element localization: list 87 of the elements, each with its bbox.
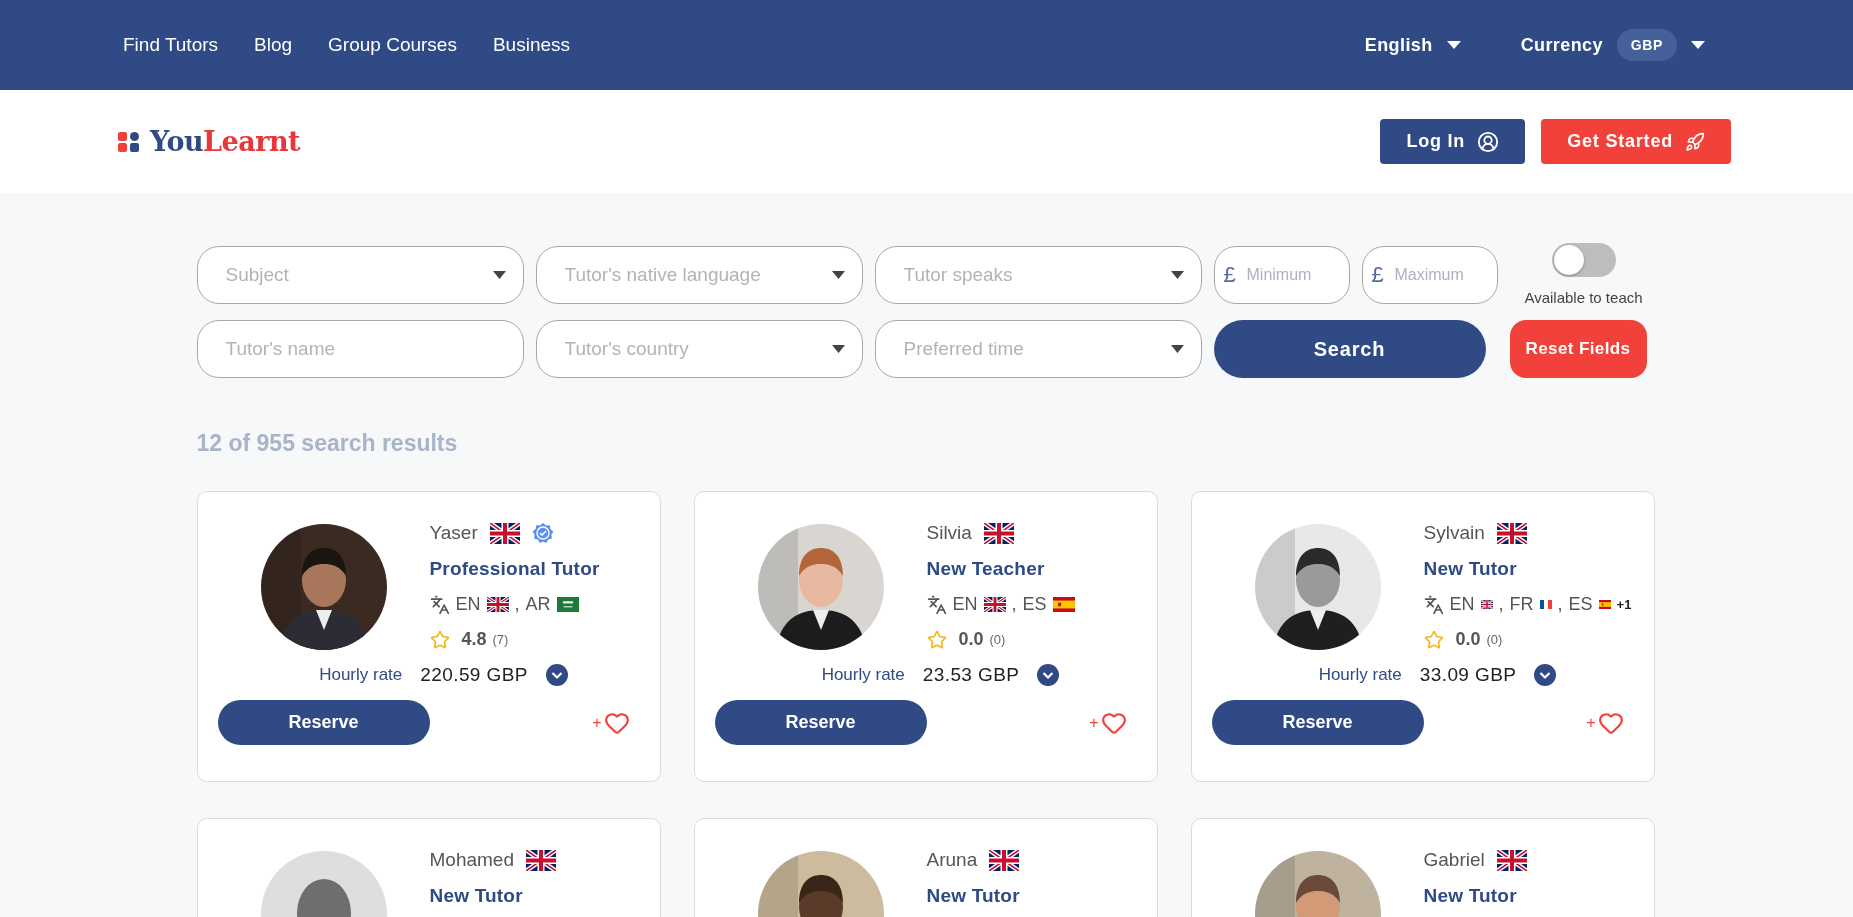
tutor-name: Silvia [926,522,972,544]
flag-icon [526,849,556,871]
separator: , [1557,594,1563,615]
flag-icon [983,522,1014,544]
tutor-title: New Tutor [1423,558,1518,580]
nav-link[interactable]: Blog [254,34,293,56]
translate-icon [429,594,450,615]
caret-icon [1691,41,1705,49]
tutor-title: New Teacher [926,558,1046,580]
get-started-button[interactable]: Get Started [1541,119,1731,164]
review-count: (0) [989,632,1006,647]
separator: , [1498,594,1504,615]
rate-label: Hourly rate [319,665,403,685]
rate-label: Hourly rate [1318,665,1402,685]
logo-text: YouLearnt [150,126,301,157]
currency-selector[interactable]: GBP [1616,29,1677,61]
select-field[interactable]: Tutor speaks [874,245,1202,304]
caret-icon [1446,41,1461,49]
star-icon [429,629,450,650]
separator: , [1011,594,1017,615]
reserve-button[interactable]: Reserve [1211,700,1424,745]
flag-icon [1496,522,1527,544]
separator: , [514,594,520,615]
tutor-name: Gabriel [1423,849,1485,871]
flag-icon [1496,849,1527,871]
rating: 0.0 [1455,629,1481,650]
expand-icon[interactable] [545,664,568,686]
hourly-rate: 33.09 GBP [1419,664,1517,686]
expand-icon[interactable] [1534,664,1557,686]
language-selector[interactable]: English [1364,34,1433,56]
hourly-rate: 220.59 GBP [420,664,528,686]
caret-icon [831,270,845,279]
caret-icon [492,270,506,279]
star-icon [926,629,947,650]
tutor-name: Mohamed [429,849,514,871]
currency-label: Currency [1520,34,1603,56]
star-icon [1423,629,1444,650]
caret-icon [1170,345,1184,353]
translate-icon [926,594,947,615]
flag-icon [489,522,520,544]
language-code: FR [1509,594,1534,615]
reset-button[interactable]: Reset Fields [1509,320,1647,378]
language-code: ES [1022,594,1047,615]
more-languages: +1 [1616,597,1632,612]
language-code: EN [1449,594,1475,615]
nav-link[interactable]: Group Courses [328,34,457,56]
select-field[interactable]: Tutor's native language [535,245,863,304]
translate-icon [1423,594,1444,615]
nav-link[interactable]: Find Tutors [123,34,219,56]
flag-icon [989,849,1020,871]
caret-icon [831,345,845,353]
tutor-title: New Tutor [429,885,524,907]
tutor-title: New Tutor [926,885,1020,907]
currency-symbol: £ [1371,261,1384,288]
input-field[interactable]: Tutor's name [196,320,524,378]
results-count: 12 of 955 search results [196,430,459,457]
language-code: EN [952,594,978,615]
tutor-title: New Tutor [1423,885,1518,907]
currency-symbol: £ [1223,261,1236,288]
reserve-button[interactable]: Reserve [714,700,927,745]
select-field[interactable]: Preferred time [874,320,1202,378]
user-icon [1477,130,1500,153]
rating: 0.0 [958,629,984,650]
language-code: EN [455,594,481,615]
tutor-name: Sylvain [1423,522,1485,544]
hourly-rate: 23.53 GBP [922,664,1020,686]
review-count: (0) [1486,632,1503,647]
tutor-name: Aruna [926,849,978,871]
tutor-name: Yaser [429,522,478,544]
nav-link[interactable]: Business [492,34,571,56]
rating: 4.8 [461,629,487,650]
language-code: ES [1568,594,1593,615]
select-field[interactable]: Subject [196,245,524,304]
language-code: AR [525,594,551,615]
rate-label: Hourly rate [821,665,905,685]
rocket-icon [1685,131,1705,152]
reserve-button[interactable]: Reserve [217,700,430,745]
select-field[interactable]: Tutor's country [535,320,863,378]
login-button[interactable]: Log In [1380,119,1526,164]
availability-switch[interactable] [1551,243,1616,277]
search-button[interactable]: Search [1213,320,1486,378]
logo-icon [118,131,140,152]
tutor-title: Professional Tutor [429,558,600,580]
review-count: (7) [492,632,509,647]
switch-label: Available to teach [1524,289,1643,306]
expand-icon[interactable] [1037,664,1060,686]
caret-icon [1170,270,1184,279]
